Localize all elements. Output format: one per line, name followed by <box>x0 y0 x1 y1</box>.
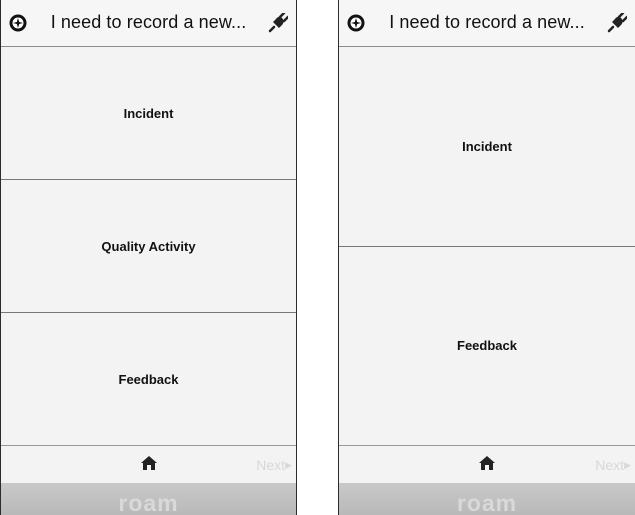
plug-icon[interactable] <box>607 13 627 33</box>
next-label: Next <box>595 457 625 473</box>
next-button[interactable]: Next▶ <box>256 457 292 473</box>
chevron-right-icon: ▶ <box>624 460 631 470</box>
page-title: I need to record a new... <box>389 12 585 32</box>
brand-bar: roam <box>339 483 635 515</box>
screen-right: I need to record a new... Incident Feedb… <box>338 0 635 515</box>
plug-icon[interactable] <box>268 13 288 33</box>
footer: Next▶ roam <box>339 446 635 515</box>
page-title: I need to record a new... <box>50 12 247 32</box>
option-incident[interactable]: Incident <box>1 47 296 180</box>
brand-bar: roam <box>1 483 296 515</box>
options-list: Incident Quality Activity Feedback <box>1 47 296 446</box>
home-icon[interactable] <box>479 456 495 470</box>
footer-bar: Next▶ <box>339 446 635 483</box>
option-feedback[interactable]: Feedback <box>1 313 296 446</box>
footer: Next▶ roam <box>1 446 296 515</box>
next-label: Next <box>256 457 286 473</box>
screen-left: I need to record a new... Incident Quali… <box>0 0 297 515</box>
option-feedback[interactable]: Feedback <box>339 247 635 446</box>
brand-logo: roam <box>118 490 179 515</box>
chevron-right-icon: ▶ <box>285 460 292 470</box>
option-incident[interactable]: Incident <box>339 47 635 247</box>
options-list: Incident Feedback <box>339 47 635 446</box>
header: I need to record a new... <box>1 0 296 47</box>
home-icon[interactable] <box>140 456 157 470</box>
brand-logo: roam <box>456 490 518 515</box>
header: I need to record a new... <box>339 0 635 47</box>
next-button[interactable]: Next▶ <box>595 457 631 473</box>
footer-bar: Next▶ <box>1 446 296 483</box>
option-quality-activity[interactable]: Quality Activity <box>1 180 296 313</box>
